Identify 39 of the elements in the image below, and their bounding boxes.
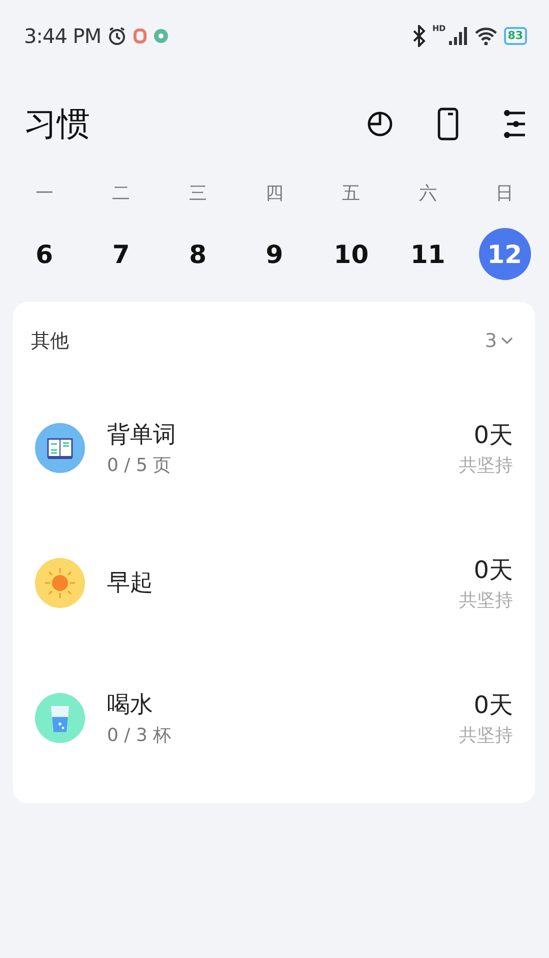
network-label: HD: [432, 24, 446, 33]
date-button[interactable]: 8: [172, 228, 224, 280]
date-button[interactable]: 7: [95, 228, 148, 280]
date-button[interactable]: 12: [478, 228, 531, 280]
wifi-icon: [474, 26, 498, 46]
page-title: 习惯: [24, 102, 91, 144]
weekday-label: 三: [188, 182, 207, 206]
habit-name[interactable]: 喝水: [107, 688, 459, 720]
phone-icon[interactable]: [437, 107, 459, 141]
weekday-label: 四: [265, 182, 284, 206]
habit-name[interactable]: 背单词: [107, 418, 459, 450]
signal-icon: [448, 26, 468, 46]
weekday-label: 六: [418, 182, 437, 206]
bluetooth-icon: [412, 25, 426, 47]
streak-days: 0天: [474, 418, 513, 450]
date-button[interactable]: 9: [248, 228, 300, 280]
streak-label: 共坚持: [459, 588, 513, 612]
group-title: 其他: [31, 329, 70, 354]
weekday-label: 五: [342, 182, 360, 206]
battery-indicator: 83: [504, 27, 527, 45]
date-button[interactable]: 11: [402, 228, 454, 280]
status-time: 3:44 PM: [24, 24, 102, 48]
chevron-down-icon[interactable]: [501, 337, 513, 345]
alarm-clock-icon: [107, 26, 128, 46]
weekday-label: 一: [35, 182, 54, 206]
habit-name[interactable]: 早起: [107, 567, 459, 598]
notification-icon: [153, 28, 170, 44]
weekday-label: 日: [496, 182, 514, 206]
pie-chart-icon[interactable]: [367, 109, 393, 139]
date-button[interactable]: 10: [325, 228, 378, 280]
streak-label: 共坚持: [459, 724, 513, 746]
streak-label: 共坚持: [459, 454, 513, 476]
streak-days: 0天: [474, 554, 513, 586]
group-count[interactable]: 3: [484, 330, 497, 352]
streak-days: 0天: [474, 688, 513, 720]
settings-icon[interactable]: [503, 108, 527, 140]
weekday-label: 二: [112, 182, 130, 206]
date-button[interactable]: 6: [18, 228, 70, 280]
notification-icon: [133, 28, 148, 44]
